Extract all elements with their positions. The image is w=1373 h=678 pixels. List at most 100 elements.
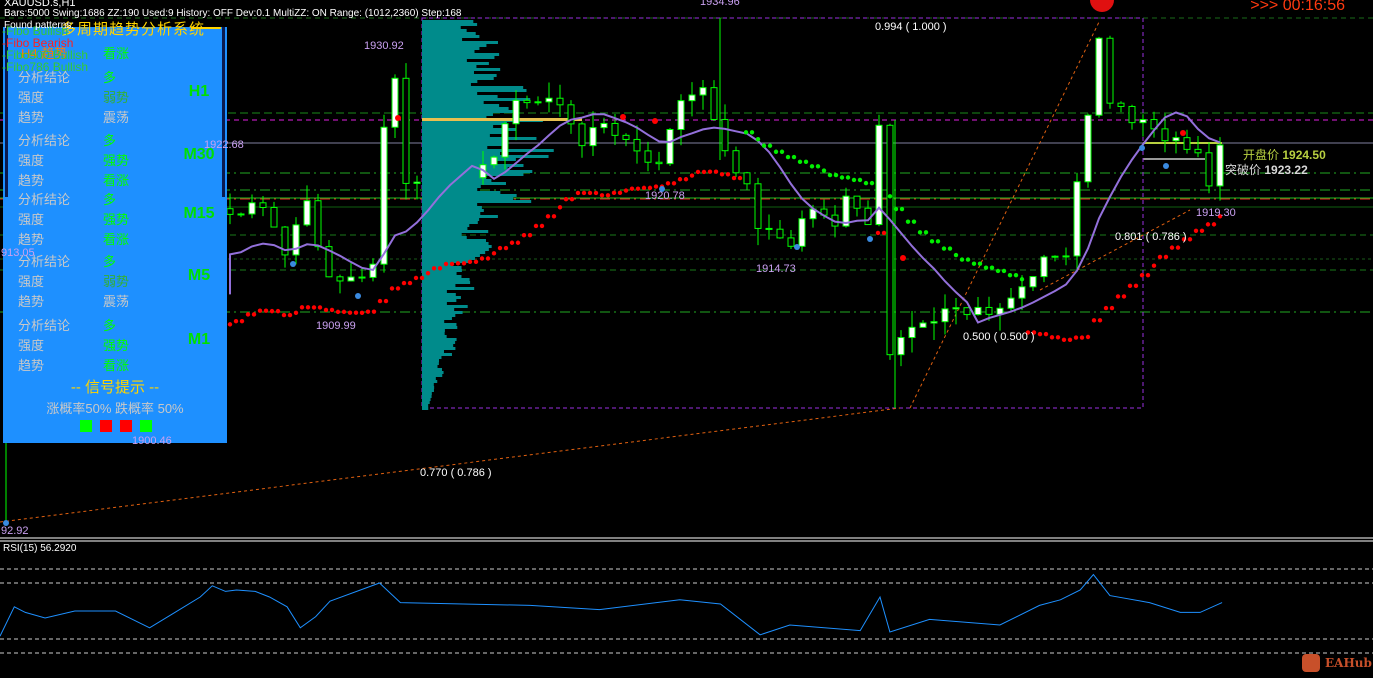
- trend-dot: [557, 205, 563, 210]
- trend-dot: [875, 230, 881, 236]
- candle-body: [303, 200, 311, 226]
- trend-dot: [1097, 318, 1103, 323]
- trend-dot: [611, 190, 617, 196]
- volume-profile-bar: [422, 308, 455, 311]
- trend-dot: [731, 175, 737, 181]
- trend-dot: [353, 310, 359, 315]
- candle-body: [1051, 255, 1059, 258]
- candle-body: [985, 306, 993, 315]
- volume-profile-bar: [422, 398, 431, 401]
- candle-body: [776, 228, 784, 239]
- volume-profile-bar: [422, 377, 436, 380]
- candle-body: [578, 123, 586, 147]
- candle-body: [1139, 119, 1147, 124]
- trend-dot: [281, 312, 287, 318]
- trend-dot: [299, 305, 305, 310]
- poc-line: [422, 118, 582, 121]
- rsi-label: RSI(15) 56.2920: [3, 543, 77, 554]
- trend-dot: [1001, 268, 1007, 274]
- trend-dot: [1121, 294, 1127, 299]
- trend-dot: [521, 232, 527, 238]
- trend-value: 震荡: [103, 294, 130, 309]
- candle-body: [952, 307, 960, 310]
- trend-dot: [437, 266, 443, 271]
- trend-dot: [761, 143, 767, 148]
- candle-body: [710, 87, 718, 120]
- fib-level-label: 0.994 ( 1.000 ): [875, 21, 947, 33]
- volume-profile-bar: [422, 341, 456, 344]
- volume-profile-bar: [422, 380, 438, 383]
- candle-body: [248, 202, 256, 215]
- volume-profile-bar: [422, 32, 476, 35]
- trend-value: 看涨: [103, 173, 130, 188]
- trend-dot: [401, 280, 407, 286]
- candle-body: [1161, 128, 1169, 142]
- trend-dot: [995, 268, 1001, 274]
- candle-body: [314, 200, 322, 248]
- trend-dot: [467, 259, 473, 264]
- trend-dot: [533, 223, 539, 229]
- trend-dot: [1193, 228, 1199, 234]
- trend-dot: [581, 190, 587, 196]
- volume-profile-bar: [422, 170, 533, 173]
- trend-dot: [881, 230, 887, 236]
- candle-body: [545, 97, 553, 103]
- trend-dot: [479, 256, 485, 261]
- trend-dot: [1079, 335, 1085, 340]
- strength-value: 强势: [103, 212, 130, 227]
- volume-profile-bar: [422, 392, 432, 395]
- candle-body: [919, 322, 927, 328]
- volume-profile-bar: [422, 245, 492, 248]
- volume-profile-bar: [422, 134, 490, 137]
- trend-dot: [1133, 283, 1139, 289]
- trend-dot: [389, 286, 395, 291]
- candle-body: [853, 195, 861, 209]
- trend-dot: [935, 239, 941, 244]
- trend-dot: [755, 137, 761, 142]
- trend-dot: [455, 261, 461, 266]
- volume-profile-bar: [422, 161, 498, 164]
- trend-dot: [473, 259, 479, 264]
- volume-profile-bar: [422, 152, 501, 155]
- candle-body: [611, 122, 619, 136]
- trend-dot: [293, 310, 299, 315]
- trend-dot: [1187, 237, 1193, 242]
- trend-dot: [1007, 272, 1013, 278]
- trend-dot: [1169, 245, 1175, 250]
- volume-profile-bar: [422, 173, 524, 176]
- volume-profile-bar: [422, 20, 474, 23]
- price-label: 1914.73: [756, 263, 796, 275]
- candle-body: [270, 206, 278, 228]
- conclusion-label: 分析结论: [18, 133, 71, 148]
- volume-profile-bar: [422, 326, 458, 329]
- trend-dot: [395, 286, 401, 291]
- trend-dot: [227, 322, 233, 327]
- trend-dot: [635, 186, 641, 191]
- trend-dot: [425, 271, 431, 276]
- trend-dot: [743, 130, 749, 135]
- volume-profile-bar: [422, 389, 434, 392]
- trend-dot: [725, 172, 731, 177]
- volume-profile-bar: [422, 131, 502, 134]
- trend-dot: [1139, 273, 1145, 278]
- candle-body: [534, 101, 542, 104]
- timeframe-label: H1: [188, 83, 210, 100]
- signal-square: [140, 420, 152, 432]
- volume-profile-bar: [422, 299, 457, 302]
- trend-dot: [773, 149, 779, 154]
- volume-profile-bar: [422, 233, 462, 236]
- volume-profile-bar: [422, 257, 476, 260]
- signal-square: [120, 420, 132, 432]
- strength-label: 强度: [18, 338, 45, 353]
- bar-countdown-timer: >>> 00:16:56: [1250, 0, 1345, 14]
- trend-dot: [239, 318, 245, 324]
- volume-profile-bar: [422, 248, 489, 251]
- conclusion-value: 多: [103, 254, 117, 269]
- trend-dot: [815, 164, 821, 169]
- strength-label: 强度: [18, 153, 45, 168]
- open-price-caption: 开盘价: [1243, 148, 1280, 162]
- trend-dot: [1103, 305, 1109, 311]
- trend-dot: [419, 275, 425, 281]
- trend-dot: [563, 196, 569, 202]
- volume-profile-bar: [422, 323, 457, 326]
